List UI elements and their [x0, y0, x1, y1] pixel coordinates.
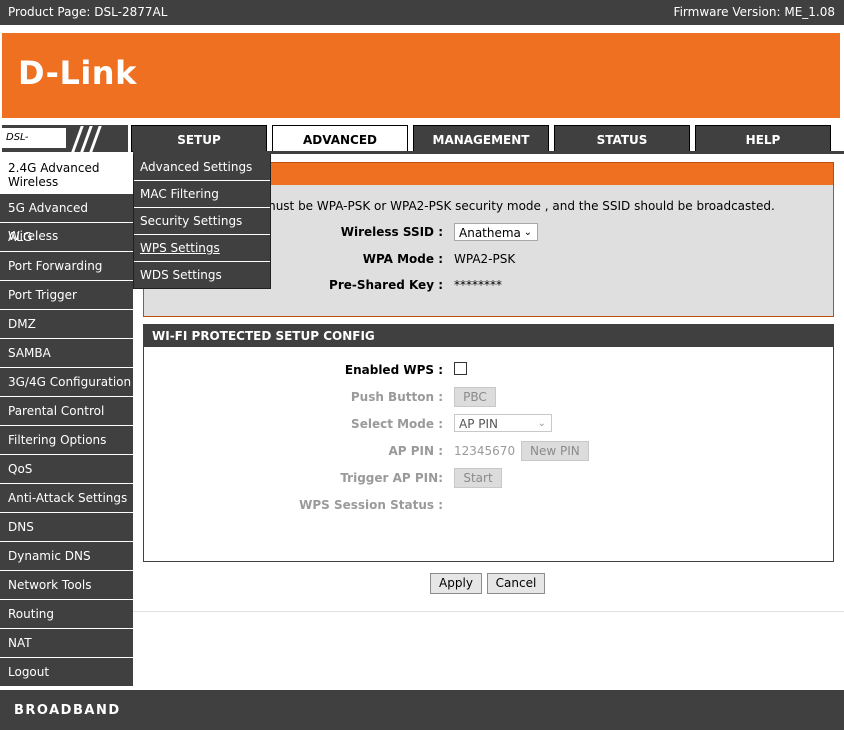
sidebar-item-3g-4g-configuration[interactable]: 3G/4G Configuration [0, 368, 133, 397]
apply-button[interactable]: Apply [430, 573, 482, 594]
wpa-mode-value: WPA2-PSK [454, 252, 516, 266]
footer-bar: BROADBAND [0, 690, 844, 730]
push-button-label: Push Button : [350, 390, 443, 404]
submenu-item-advanced-settings[interactable]: Advanced Settings [134, 154, 270, 181]
submenu-item-wps-settings[interactable]: WPS Settings [134, 235, 270, 262]
tab-setup[interactable]: SETUP [131, 125, 267, 152]
sidebar-item-parental-control[interactable]: Parental Control [0, 397, 133, 426]
ap-pin-label: AP PIN : [388, 444, 443, 458]
sidebar-item-nat[interactable]: NAT [0, 629, 133, 658]
start-button[interactable]: Start [454, 468, 502, 488]
select-mode-value: AP PIN [459, 417, 499, 431]
ssid-selected-value: Anathema [459, 226, 521, 240]
sidebar-item-qos[interactable]: QoS [0, 455, 133, 484]
model-badge: DSL-2877AL [2, 125, 128, 163]
wireless-ssid-label: Wireless SSID : [340, 225, 443, 239]
sidebar-item-dns[interactable]: DNS [0, 513, 133, 542]
sidebar-item-2-4g-advanced-wireless[interactable]: 2.4G Advanced Wireless [0, 153, 133, 194]
firmware-version-label: Firmware Version: ME_1.08 [673, 5, 835, 19]
sidebar-item-alg[interactable]: ALG [0, 223, 133, 252]
sidebar-item-routing[interactable]: Routing [0, 600, 133, 629]
sidebar-item-5g-advanced-wireless[interactable]: 5G Advanced Wireless [0, 194, 133, 243]
chevron-down-icon: ⌄ [523, 227, 532, 238]
enabled-wps-label: Enabled WPS : [344, 363, 443, 377]
product-page-label: Product Page: DSL-2877AL [8, 5, 168, 19]
new-pin-button[interactable]: New PIN [520, 441, 589, 461]
sidebar-item-samba[interactable]: SAMBA [0, 339, 133, 368]
brand-banner: D-Link [2, 33, 840, 118]
advanced-wireless-submenu: Advanced Settings MAC Filtering Security… [133, 154, 271, 289]
sidebar-item-dmz[interactable]: DMZ [0, 310, 133, 339]
wps-config-title: WI-FI PROTECTED SETUP CONFIG [144, 325, 833, 347]
tab-advanced[interactable]: ADVANCED [272, 125, 408, 152]
tab-help[interactable]: HELP [695, 125, 831, 152]
sidebar-item-filtering-options[interactable]: Filtering Options [0, 426, 133, 455]
pbc-button[interactable]: PBC [454, 387, 496, 407]
dlink-logo: D-Link [18, 54, 137, 92]
sidebar-item-network-tools[interactable]: Network Tools [0, 571, 133, 600]
wps-requirement-note: must be WPA-PSK or WPA2-PSK security mod… [264, 199, 775, 213]
pre-shared-key-value: ******** [454, 278, 502, 292]
enabled-wps-checkbox[interactable] [454, 362, 467, 375]
top-bar: Product Page: DSL-2877AL Firmware Versio… [0, 0, 844, 25]
model-label: DSL-2877AL [2, 128, 66, 163]
tab-management[interactable]: MANAGEMENT [413, 125, 549, 152]
wpa-mode-label: WPA Mode : [362, 252, 443, 266]
submenu-item-wds-settings[interactable]: WDS Settings [134, 262, 270, 288]
wps-config-panel: WI-FI PROTECTED SETUP CONFIG Enabled WPS… [143, 324, 834, 562]
cancel-button[interactable]: Cancel [487, 573, 545, 594]
submenu-item-mac-filtering[interactable]: MAC Filtering [134, 181, 270, 208]
ap-pin-value: 12345670 [454, 444, 516, 458]
sidebar-item-port-trigger[interactable]: Port Trigger [0, 281, 133, 310]
main-nav: DSL-2877AL SETUP ADVANCED MANAGEMENT STA… [0, 125, 844, 163]
chevron-down-icon: ⌄ [537, 418, 546, 429]
sidebar-item-logout[interactable]: Logout [0, 658, 133, 687]
select-mode-label: Select Mode : [351, 417, 443, 431]
trigger-ap-pin-label: Trigger AP PIN: [340, 471, 443, 485]
sidebar-item-port-forwarding[interactable]: Port Forwarding [0, 252, 133, 281]
wps-session-status-label: WPS Session Status : [299, 498, 443, 512]
sidebar: 2.4G Advanced Wireless 5G Advanced Wirel… [0, 153, 133, 687]
sidebar-item-anti-attack-settings[interactable]: Anti-Attack Settings [0, 484, 133, 513]
tab-status[interactable]: STATUS [554, 125, 690, 152]
wireless-ssid-select[interactable]: Anathema ⌄ [454, 223, 538, 241]
submenu-item-security-settings[interactable]: Security Settings [134, 208, 270, 235]
select-mode-dropdown[interactable]: AP PIN ⌄ [454, 414, 552, 432]
pre-shared-key-label: Pre-Shared Key : [329, 278, 443, 292]
sidebar-item-dynamic-dns[interactable]: Dynamic DNS [0, 542, 133, 571]
broadband-label: BROADBAND [14, 703, 121, 718]
